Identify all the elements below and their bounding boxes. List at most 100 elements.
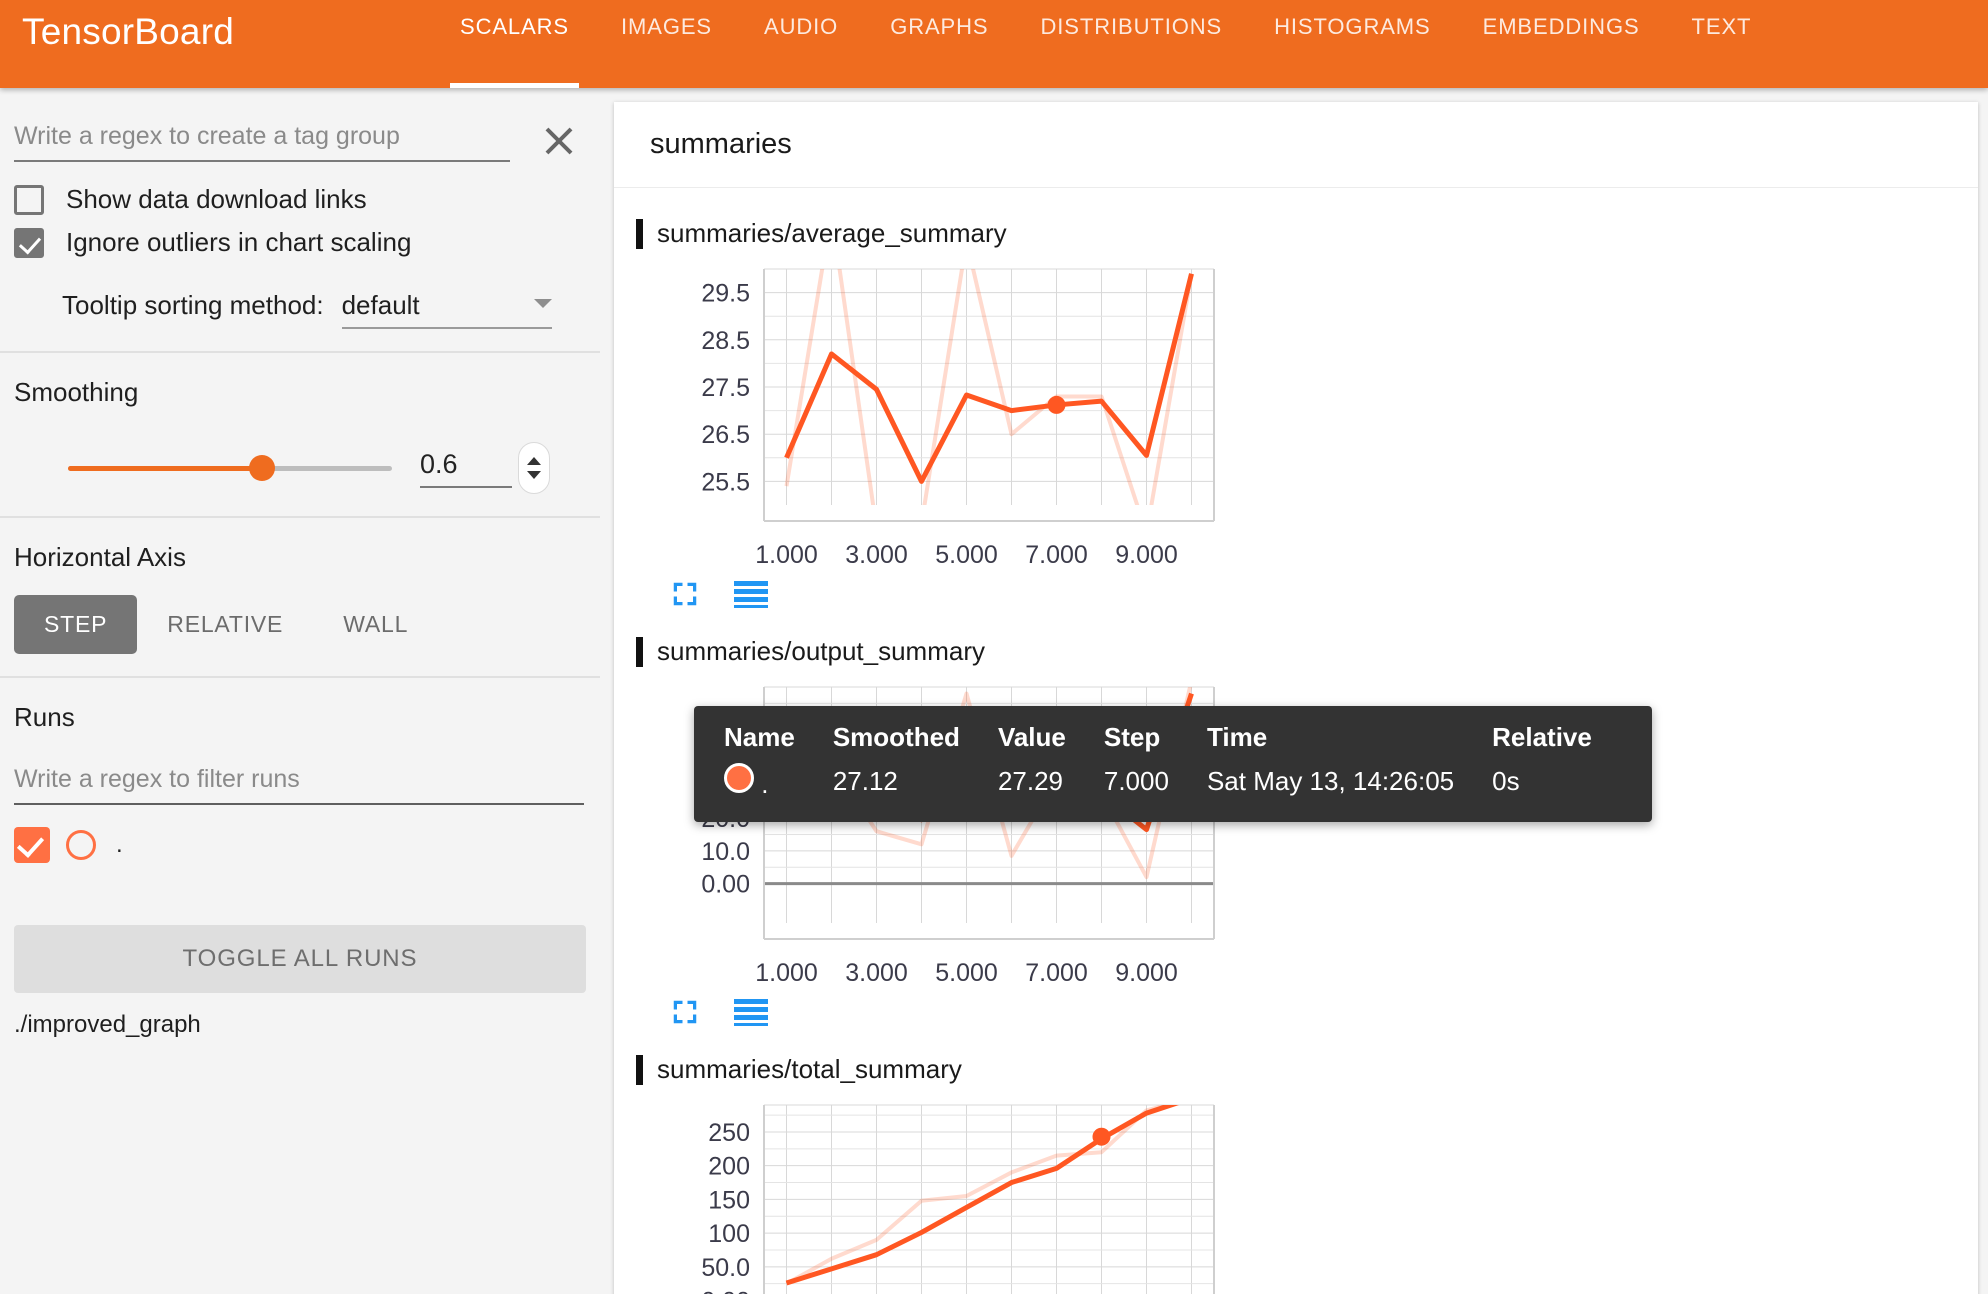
chevron-down-icon[interactable] — [527, 471, 541, 479]
tab-text[interactable]: TEXT — [1666, 0, 1778, 88]
svg-text:0.00: 0.00 — [701, 1288, 750, 1294]
chart-plot[interactable]: 0.0050.01001502002501.0003.0005.0007.000… — [636, 1093, 1236, 1294]
fullscreen-icon[interactable] — [670, 579, 700, 614]
chart-title-row: summaries/output_summary — [636, 636, 1326, 667]
chart-output-summary: summaries/output_summary 0.0010.020.030.… — [636, 614, 1326, 1032]
chart-actions — [670, 579, 1326, 614]
axis-option-relative[interactable]: RELATIVE — [137, 595, 313, 654]
smoothing-slider[interactable] — [68, 455, 392, 481]
main-tabs: SCALARS IMAGES AUDIO GRAPHS DISTRIBUTION… — [434, 0, 1777, 88]
chart-color-bar — [636, 1054, 643, 1085]
run-label: . — [116, 831, 123, 858]
series-color-dot-icon — [724, 763, 754, 793]
horizontal-axis-options: STEP RELATIVE WALL — [0, 595, 600, 654]
run-checkbox[interactable] — [14, 827, 50, 863]
show-download-links-label: Show data download links — [66, 184, 367, 214]
tooltip-col-name: Name — [724, 722, 795, 752]
tab-graphs[interactable]: GRAPHS — [864, 0, 1014, 88]
axis-option-step[interactable]: STEP — [14, 595, 138, 654]
summaries-card: summaries summaries/average_summary 25.5… — [614, 102, 1978, 1294]
svg-text:7.000: 7.000 — [1025, 959, 1088, 987]
toggle-all-runs-button[interactable]: TOGGLE ALL RUNS — [14, 925, 586, 993]
svg-text:3.000: 3.000 — [845, 541, 908, 569]
svg-text:10.0: 10.0 — [701, 838, 750, 866]
ignore-outliers-label: Ignore outliers in chart scaling — [66, 227, 412, 257]
chart-color-bar — [636, 636, 643, 667]
tooltip-col-relative: Relative — [1492, 722, 1592, 752]
slider-knob[interactable] — [249, 455, 276, 481]
logdir-label: ./improved_graph — [14, 1011, 201, 1038]
svg-text:5.000: 5.000 — [935, 959, 998, 987]
chart-title-row: summaries/total_summary — [636, 1054, 1326, 1085]
svg-text:1.000: 1.000 — [755, 541, 818, 569]
tooltip-time: Sat May 13, 14:26:05 — [1206, 766, 1455, 796]
tab-histograms[interactable]: HISTOGRAMS — [1248, 0, 1457, 88]
tooltip-col-smoothed: Smoothed — [832, 722, 960, 752]
chart-tooltip: Name Smoothed Value Step Time Relative .… — [694, 706, 1652, 822]
svg-text:250: 250 — [708, 1119, 750, 1147]
tooltip-sorting-label: Tooltip sorting method: — [62, 290, 324, 320]
chevron-up-icon[interactable] — [527, 457, 541, 465]
tooltip-name-cell: . — [724, 763, 833, 804]
tooltip-col-step: Step — [1103, 722, 1161, 752]
tooltip-step: 7.000 — [1103, 766, 1169, 796]
chart-title: summaries/average_summary — [657, 218, 1007, 248]
close-icon[interactable] — [536, 118, 582, 164]
run-list-item[interactable]: . — [14, 827, 600, 863]
tag-regex-input[interactable] — [14, 118, 510, 162]
tooltip-sorting-select[interactable]: default — [341, 290, 552, 329]
tag-group-row — [0, 88, 600, 164]
chart-total-summary: summaries/total_summary 0.00 50.0 100 150 20… — [636, 1032, 1326, 1294]
smoothing-row: 0.6 — [0, 442, 600, 494]
smoothing-value-field[interactable]: 0.6 — [420, 449, 512, 488]
axis-option-wall[interactable]: WALL — [313, 595, 438, 654]
data-table-icon[interactable] — [734, 998, 768, 1031]
checkbox-show-download-links[interactable] — [14, 184, 44, 215]
svg-text:200: 200 — [708, 1153, 750, 1181]
chart-title: summaries/total_summary — [657, 1054, 962, 1084]
tooltip-table: Name Smoothed Value Step Time Relative .… — [724, 722, 1630, 804]
svg-text:100: 100 — [708, 1220, 750, 1248]
svg-text:27.5: 27.5 — [701, 374, 750, 402]
smoothing-stepper[interactable] — [518, 442, 550, 494]
tooltip-header-row: Name Smoothed Value Step Time Relative — [724, 722, 1630, 763]
chart-actions — [670, 997, 1326, 1032]
runs-title: Runs — [14, 702, 75, 732]
svg-text:28.5: 28.5 — [701, 327, 750, 355]
chevron-down-icon — [533, 299, 552, 308]
tooltip-smoothed: 27.12 — [832, 766, 898, 796]
run-filter-input[interactable] — [14, 761, 584, 805]
tooltip-value: 27.29 — [997, 766, 1064, 796]
slider-fill — [68, 466, 263, 471]
smoothing-value: 0.6 — [420, 448, 458, 479]
svg-text:1.000: 1.000 — [755, 959, 818, 987]
tooltip-run-name: . — [761, 769, 769, 799]
ignore-outliers-row[interactable]: Ignore outliers in chart scaling — [0, 227, 600, 258]
fullscreen-icon[interactable] — [670, 997, 700, 1032]
chart-title-row: summaries/average_summary — [636, 218, 1326, 249]
chart-plot[interactable]: 25.5 26.5 27.5 28.5 29.5 1.000 3.000 5.000 7.000… — [636, 257, 1236, 577]
show-download-links-row[interactable]: Show data download links — [0, 184, 600, 215]
svg-text:25.5: 25.5 — [701, 468, 750, 496]
run-color-circle-icon — [66, 830, 96, 860]
svg-text:5.000: 5.000 — [935, 541, 998, 569]
tab-distributions[interactable]: DISTRIBUTIONS — [1015, 0, 1249, 88]
main-content: summaries summaries/average_summary 25.5… — [600, 88, 1988, 1294]
svg-text:7.000: 7.000 — [1025, 541, 1088, 569]
tab-images[interactable]: IMAGES — [595, 0, 738, 88]
svg-text:50.0: 50.0 — [701, 1254, 750, 1282]
tab-embeddings[interactable]: EMBEDDINGS — [1457, 0, 1666, 88]
chart-average-summary: summaries/average_summary 25.5 26.5 27.5 28… — [636, 196, 1326, 614]
card-title: summaries — [614, 102, 1978, 188]
tab-audio[interactable]: AUDIO — [738, 0, 864, 88]
checkbox-ignore-outliers[interactable] — [14, 227, 44, 258]
svg-text:29.5: 29.5 — [701, 280, 750, 308]
tooltip-sorting-row: Tooltip sorting method: default — [0, 290, 600, 329]
app-header: TensorBoard SCALARS IMAGES AUDIO GRAPHS … — [0, 0, 1988, 88]
chart-color-bar — [636, 218, 643, 249]
settings-sidebar: Show data download links Ignore outliers… — [0, 88, 600, 1294]
svg-text:9.000: 9.000 — [1115, 541, 1178, 569]
svg-text:150: 150 — [708, 1186, 750, 1214]
data-table-icon[interactable] — [734, 580, 768, 613]
tab-scalars[interactable]: SCALARS — [434, 0, 595, 88]
